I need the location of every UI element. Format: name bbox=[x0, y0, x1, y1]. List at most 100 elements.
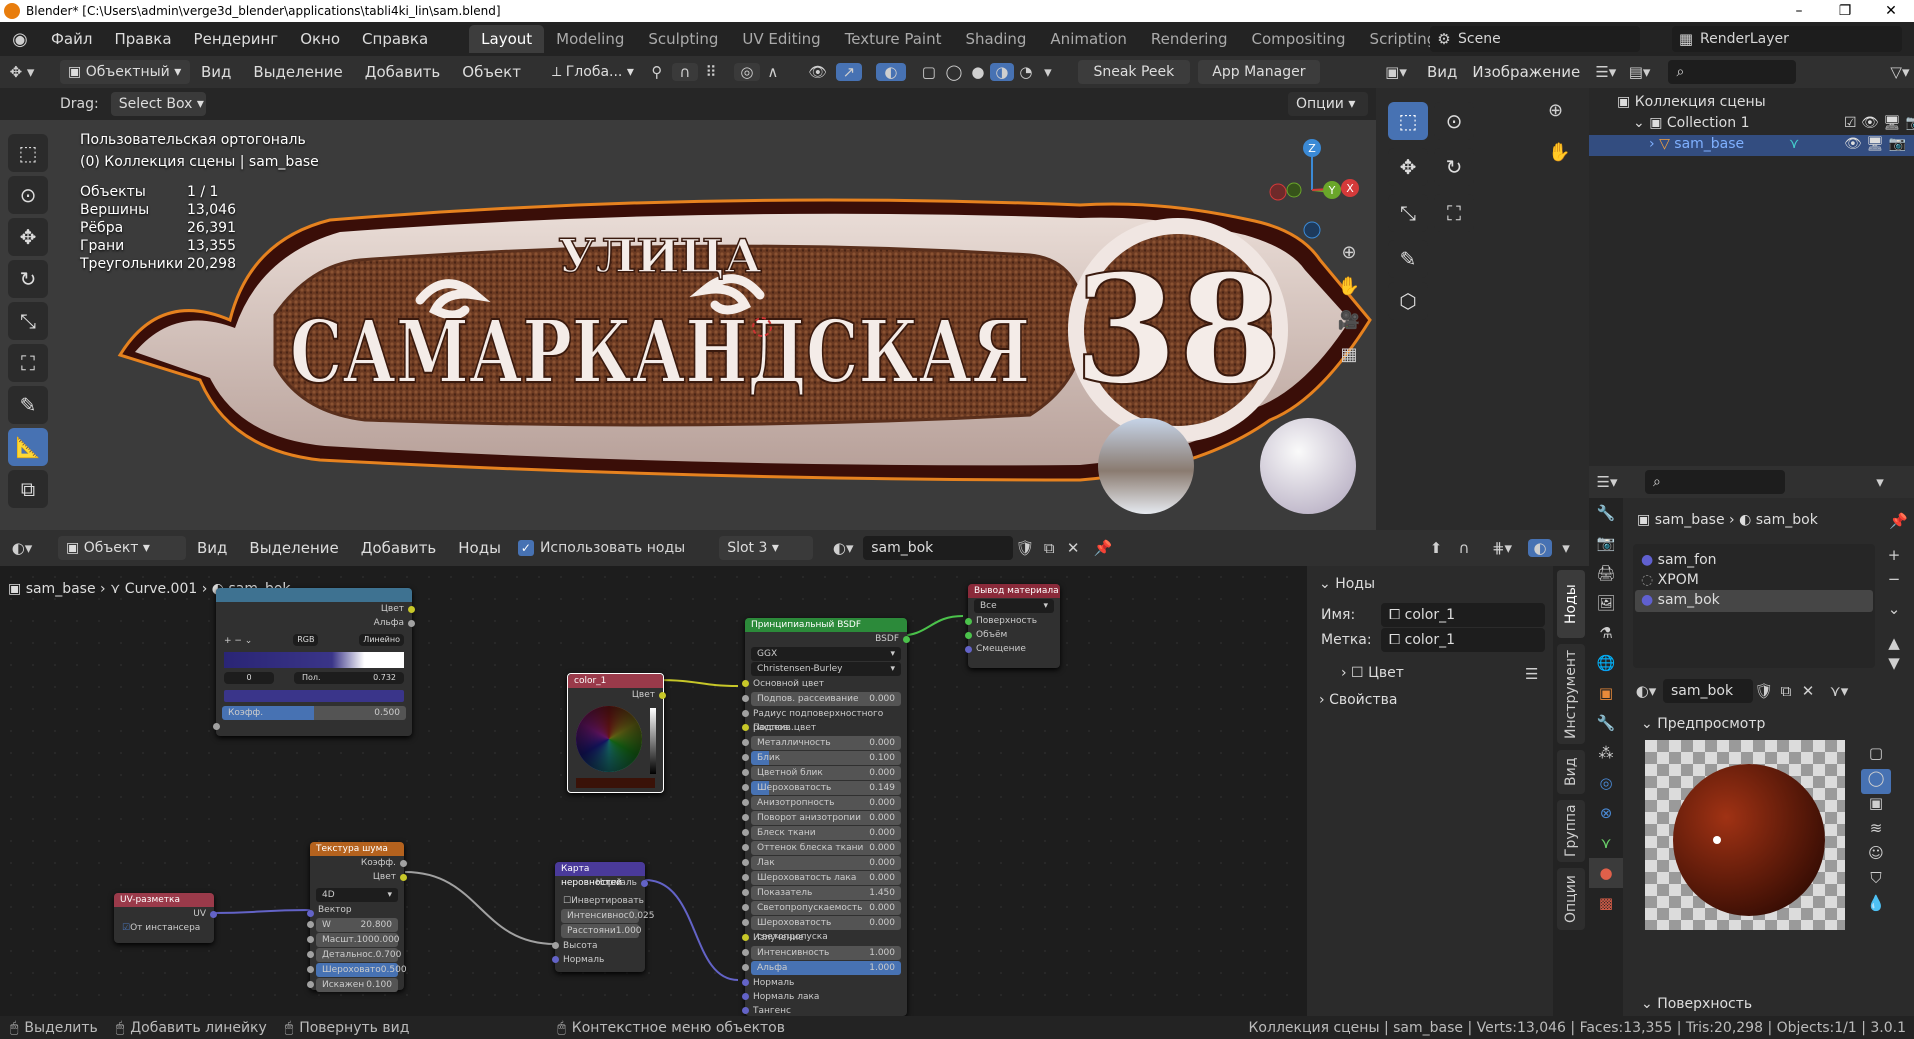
image-rotate-icon[interactable]: ↻ bbox=[1434, 148, 1474, 186]
transform-icon[interactable]: ⛶ bbox=[8, 344, 48, 382]
duplicate-icon[interactable]: ⧉ bbox=[1775, 682, 1797, 700]
bsdf-input-row[interactable]: Оттенок блеска ткани 0.000 bbox=[742, 841, 901, 855]
preview-cube-icon[interactable]: ▣ bbox=[1861, 794, 1891, 819]
node-object-select[interactable]: ▣ Объект ▾ bbox=[58, 536, 186, 560]
socket-output[interactable] bbox=[641, 880, 648, 887]
material-output-node[interactable]: Вывод материала Все ▾ Поверхность Объём С… bbox=[965, 584, 1060, 668]
uv-map-node[interactable]: UV-разметка UV ☑ От инстансера bbox=[114, 893, 217, 943]
tab-texture-paint[interactable]: Texture Paint bbox=[833, 25, 954, 53]
fake-user-icon[interactable]: 🛡 bbox=[1753, 682, 1775, 700]
node-menu-nodes[interactable]: Ноды bbox=[447, 539, 512, 557]
socket-input[interactable] bbox=[742, 784, 749, 791]
bsdf-distribution[interactable]: GGX ▾ bbox=[751, 647, 901, 661]
socket-input[interactable] bbox=[742, 829, 749, 836]
duplicate-icon[interactable]: ⧉ bbox=[1037, 539, 1061, 557]
outliner-search[interactable]: ⌕ bbox=[1668, 60, 1796, 84]
3d-viewport[interactable]: УЛИЦА САМАРКАНДСКАЯ 38 Пользовательская … bbox=[0, 120, 1376, 530]
annotate-icon[interactable]: ✎ bbox=[8, 386, 48, 424]
socket-input[interactable] bbox=[742, 934, 749, 941]
bsdf-input-row[interactable]: Цветной блик 0.000 bbox=[742, 766, 901, 780]
socket-input[interactable] bbox=[742, 889, 749, 896]
zoom-icon[interactable]: ⊕ bbox=[1334, 238, 1364, 268]
image-move-icon[interactable]: ✥ bbox=[1388, 148, 1428, 186]
pan-hand-icon[interactable]: ✋ bbox=[1334, 272, 1364, 302]
checkbox-icon[interactable]: ✓ bbox=[517, 540, 534, 556]
restore-icon[interactable]: ❐ bbox=[1822, 0, 1868, 22]
minimize-icon[interactable]: – bbox=[1776, 0, 1822, 22]
tab-view[interactable]: Вид bbox=[1557, 750, 1585, 794]
tab-layout[interactable]: Layout bbox=[469, 25, 545, 53]
fake-user-icon[interactable]: 🛡 bbox=[1013, 539, 1037, 557]
color-wheel[interactable] bbox=[576, 706, 642, 772]
socket-input[interactable] bbox=[742, 769, 749, 776]
bsdf-input-row[interactable]: Показатель преломления 1.450 bbox=[742, 886, 901, 912]
cursor-icon[interactable]: ⊙ bbox=[8, 176, 48, 214]
socket-output[interactable] bbox=[408, 620, 415, 627]
output-tab-icon[interactable]: 🖨 bbox=[1589, 558, 1623, 588]
socket-input[interactable] bbox=[742, 1007, 749, 1014]
modifier-tab-icon[interactable]: 🔧 bbox=[1589, 708, 1623, 738]
view-layer-tab-icon[interactable]: 🖼 bbox=[1589, 588, 1623, 618]
outliner-row-sam-base[interactable]: › ▽ sam_base ⋎ 👁 🖥 📷 bbox=[1589, 135, 1914, 156]
ramp-mode[interactable]: RGB bbox=[293, 634, 319, 646]
pin-icon[interactable]: 📌 bbox=[1085, 539, 1121, 557]
uv-from-instancer[interactable]: ☑ От инстансера bbox=[114, 921, 214, 935]
ramp-fac[interactable]: Коэфф. 0.500 bbox=[222, 706, 406, 720]
preview-cloth-icon[interactable]: ⛉ bbox=[1861, 869, 1891, 894]
preview-panel-header[interactable]: ⌄ Предпросмотр bbox=[1641, 716, 1765, 732]
socket-input[interactable] bbox=[742, 754, 749, 761]
preview-flat-icon[interactable]: ▢ bbox=[1861, 744, 1891, 769]
outliner-display-icon[interactable]: ▤▾ bbox=[1623, 63, 1657, 81]
color-node[interactable]: color_1 Цвет bbox=[567, 673, 666, 793]
shading-solid-icon[interactable]: ● bbox=[966, 63, 990, 81]
socket-input[interactable] bbox=[552, 942, 559, 949]
socket-output[interactable] bbox=[903, 636, 910, 643]
snap-icon[interactable]: ∩ bbox=[671, 63, 698, 81]
texture-tab-icon[interactable]: ▩ bbox=[1589, 888, 1623, 918]
orientation-select[interactable]: ⟂ Глоба... ▾ bbox=[544, 60, 642, 84]
socket-input[interactable] bbox=[742, 724, 749, 731]
slot-menu-icon[interactable]: ⌄ bbox=[1881, 600, 1907, 624]
bsdf-input-row[interactable]: Интенсивность свечения 1.000 bbox=[742, 946, 901, 972]
bsdf-input-row[interactable]: Тангенс bbox=[742, 1004, 907, 1016]
ramp-gradient[interactable] bbox=[224, 652, 404, 668]
gizmo-icon[interactable]: ↗ bbox=[835, 63, 862, 81]
falloff-icon[interactable]: ∧ bbox=[760, 63, 786, 81]
editor-type-icon[interactable]: ✥ ▾ bbox=[0, 63, 44, 81]
socket-input[interactable] bbox=[742, 964, 749, 971]
socket-input[interactable] bbox=[307, 910, 314, 917]
image-editor[interactable]: ▣▾ Вид Изображение ⬚ ⊙ ✥ ↻ ⤡ ⛶ ✎ ⬡ ⊕ ✋ bbox=[1376, 56, 1589, 530]
tab-animation[interactable]: Animation bbox=[1038, 25, 1138, 53]
image-annotate-icon[interactable]: ✎ bbox=[1388, 240, 1428, 278]
scene-tab-icon[interactable]: ⚗ bbox=[1589, 618, 1623, 648]
bsdf-input-row[interactable]: Шероховатость лака 0.000 bbox=[742, 871, 901, 885]
socket-output[interactable] bbox=[210, 911, 217, 918]
surface-panel-header[interactable]: ⌄ Поверхность bbox=[1641, 996, 1752, 1012]
overlay-icon[interactable]: ◐ bbox=[875, 63, 906, 81]
ramp-interp[interactable]: Линейно bbox=[359, 634, 404, 646]
noise-input-row[interactable]: Искажен 0.100 bbox=[307, 978, 398, 992]
node-color-toggle[interactable]: › ☐ Цвет bbox=[1341, 665, 1404, 681]
tab-shading[interactable]: Shading bbox=[953, 25, 1038, 53]
slot-sam-fon[interactable]: ● sam_fon bbox=[1641, 552, 1717, 568]
socket-input[interactable] bbox=[965, 632, 972, 639]
tab-nodes[interactable]: Ноды bbox=[1557, 570, 1585, 638]
shading-rendered-icon[interactable]: ◔ bbox=[1014, 63, 1038, 81]
image-pan-icon[interactable]: ✋ bbox=[1548, 142, 1570, 163]
ramp-index[interactable]: 0 bbox=[224, 672, 274, 684]
bump-strength[interactable]: Интенсивнос 0.025 bbox=[561, 909, 655, 923]
socket-output[interactable] bbox=[400, 874, 407, 881]
bsdf-input-row[interactable]: Альфа 1.000 bbox=[742, 961, 901, 975]
use-nodes-toggle[interactable]: ✓ Использовать ноды bbox=[517, 540, 685, 556]
tab-modeling[interactable]: Modeling bbox=[544, 25, 636, 53]
bsdf-input-row[interactable]: Нормаль bbox=[742, 976, 907, 990]
bump-invert[interactable]: ☐ Инвертировать bbox=[555, 894, 645, 908]
properties-search[interactable]: ⌕ bbox=[1645, 470, 1785, 494]
bsdf-input-row[interactable]: Шероховатость светопропуска 0.000 bbox=[742, 916, 901, 942]
node-snap-icon[interactable]: ∩ bbox=[1452, 539, 1476, 557]
xray-icon[interactable]: ▢ bbox=[916, 63, 942, 81]
socket-output[interactable] bbox=[408, 606, 415, 613]
render-tab-icon[interactable]: 📷 bbox=[1589, 528, 1623, 558]
filter-icon[interactable]: ▽▾ bbox=[1886, 63, 1914, 81]
checkbox-icon[interactable]: ☑ bbox=[122, 921, 130, 935]
